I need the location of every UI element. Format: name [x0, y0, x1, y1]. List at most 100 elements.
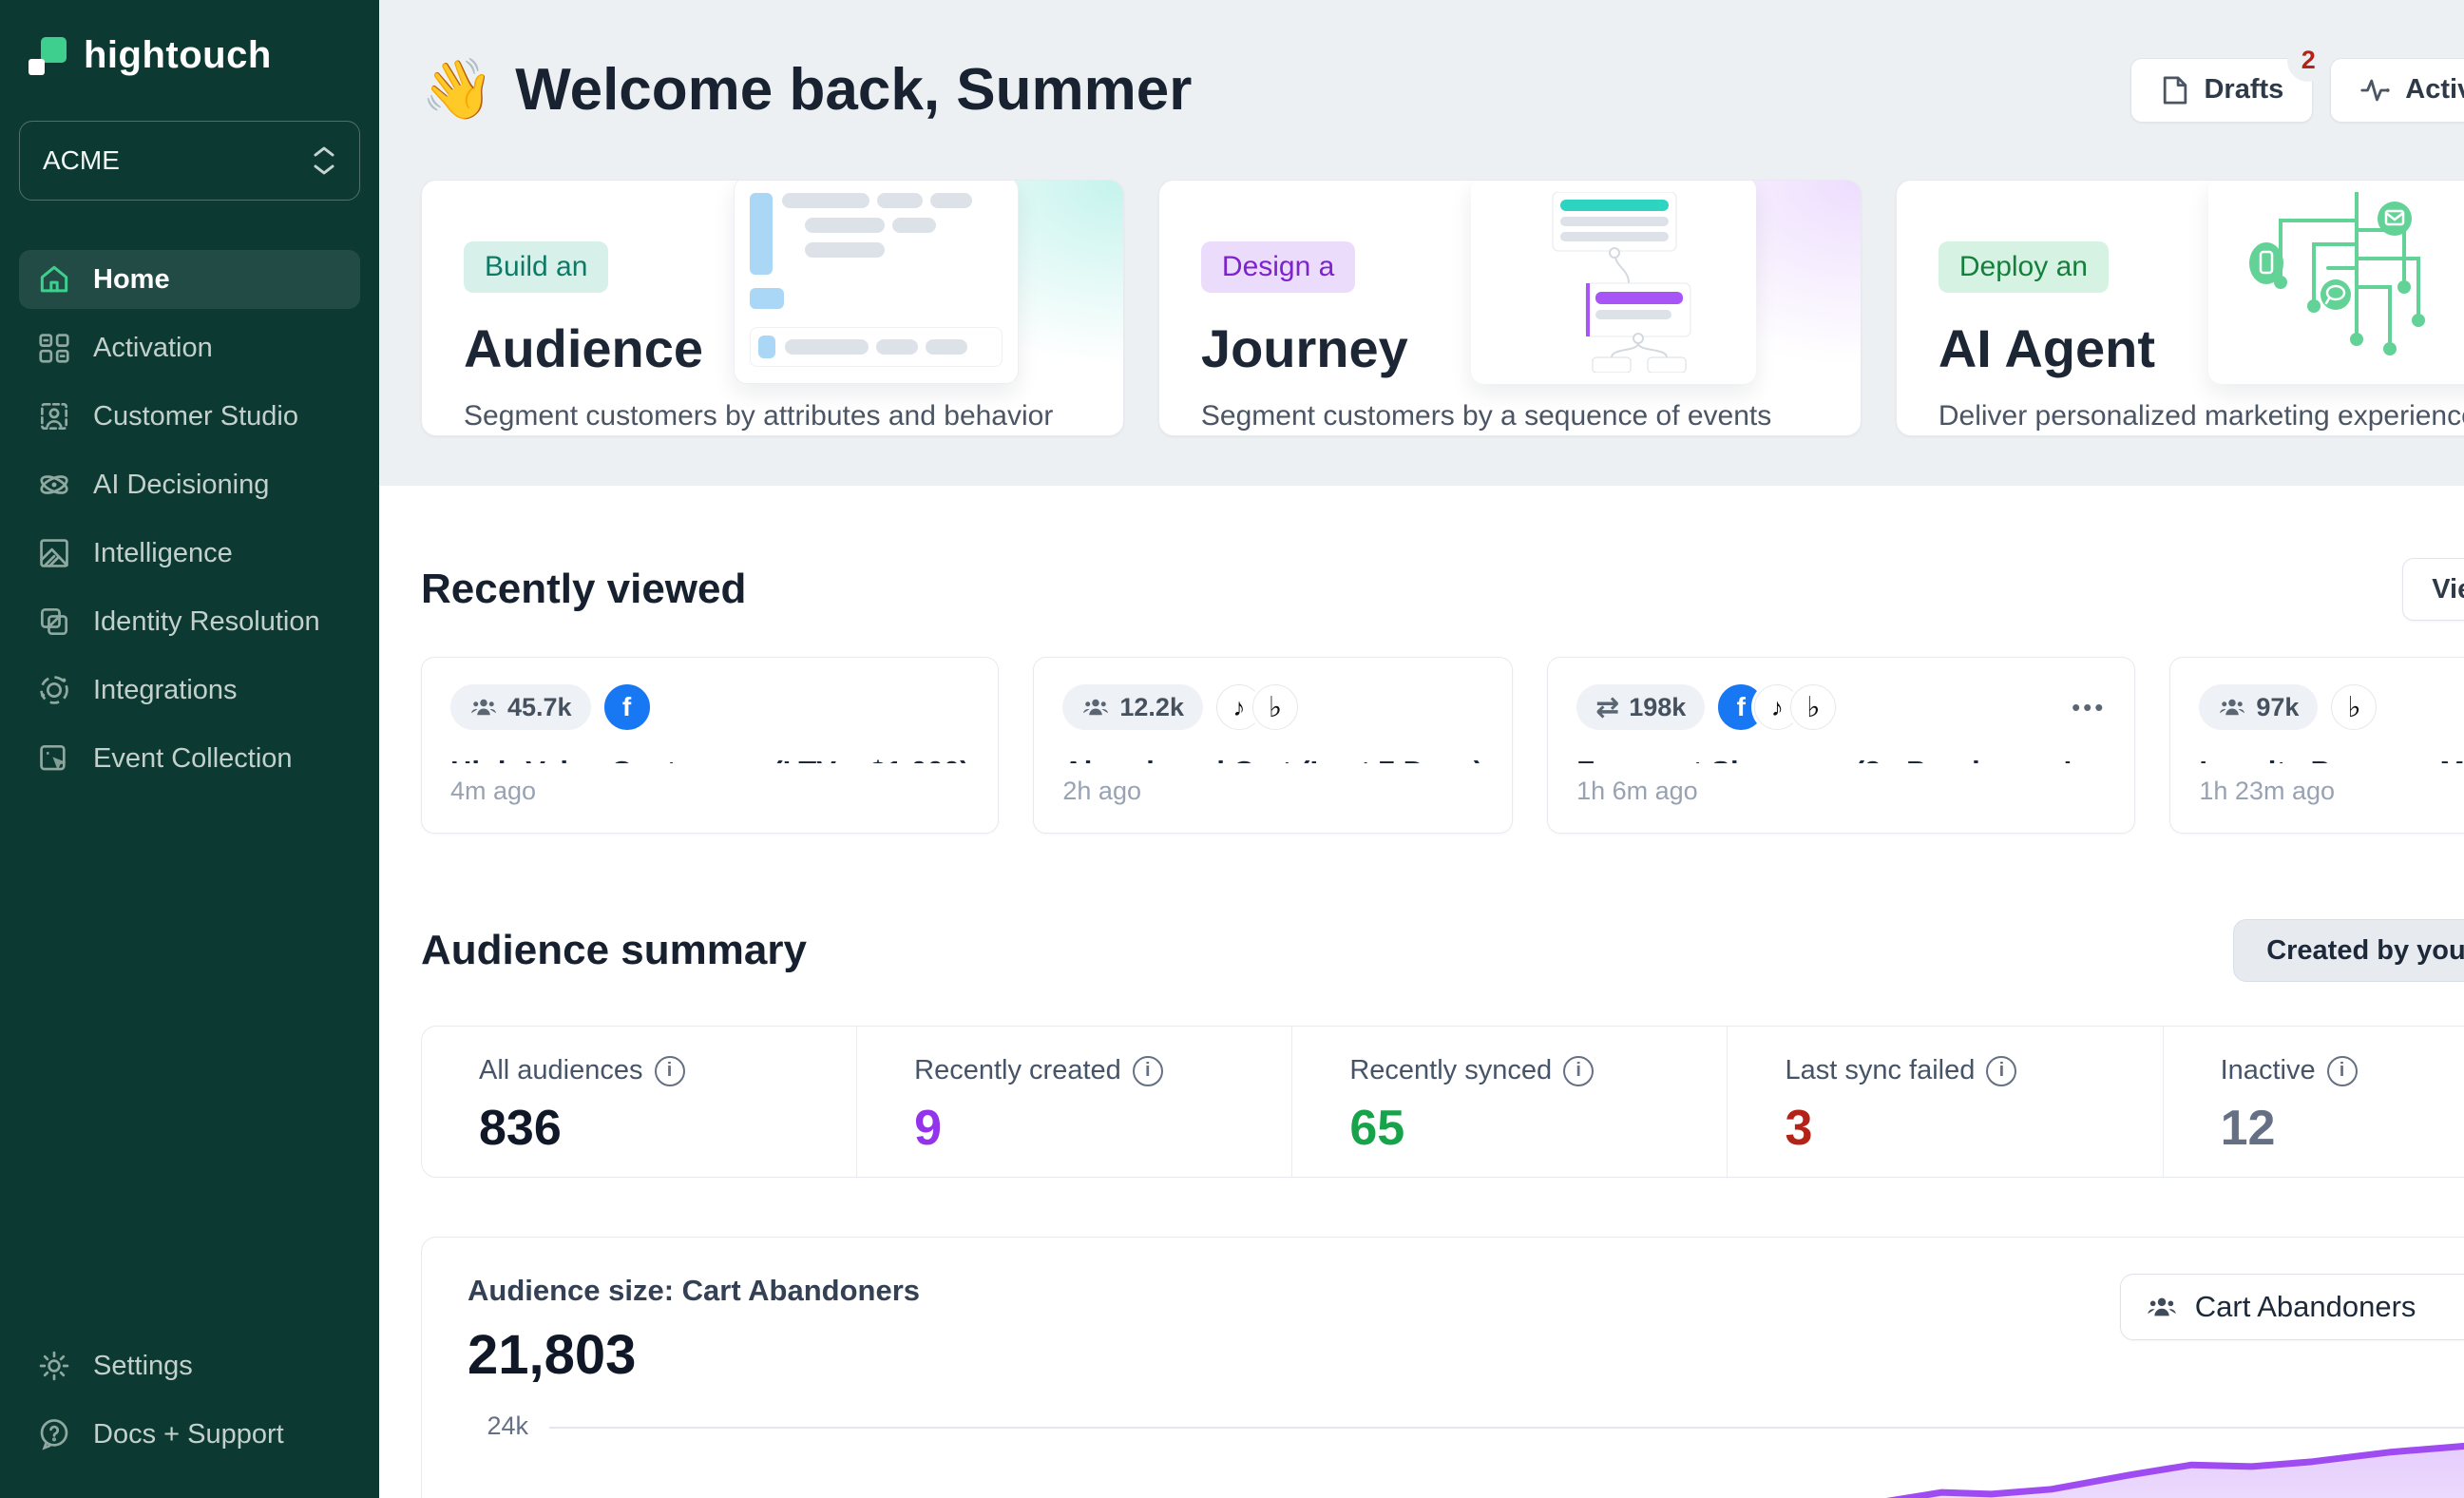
audience-illustration — [734, 180, 1019, 384]
sidebar-item-home[interactable]: Home — [19, 250, 360, 309]
intelligence-icon — [36, 535, 72, 571]
audience-size-pill: 97k — [2199, 684, 2318, 730]
last-viewed-time: 1h 23m ago — [2199, 777, 2464, 806]
stat-last-sync-failed: Last sync failed i 3 — [1727, 1027, 2162, 1177]
home-icon — [36, 261, 72, 298]
journey-illustration — [1471, 180, 1756, 384]
sidebar-item-settings[interactable]: Settings — [19, 1336, 360, 1395]
chevron-up-down-icon — [312, 145, 336, 176]
lower-section: Recently viewed View more 45.7k f — [379, 486, 2464, 1498]
sidebar-item-label: Home — [93, 264, 170, 296]
recently-viewed-title: Recently viewed — [421, 566, 746, 613]
sidebar-footer: Settings Docs + Support — [19, 1336, 360, 1464]
wave-emoji: 👋 — [421, 55, 494, 125]
sidebar: hightouch ACME Home Activation Customer … — [0, 0, 379, 1498]
stat-value: 12 — [2221, 1100, 2464, 1157]
info-icon[interactable]: i — [655, 1056, 685, 1086]
recent-audience-card[interactable]: 12.2k ♪ ♭ Abandoned Cart (Last 7 Days) 2… — [1033, 657, 1513, 834]
sidebar-item-customer-studio[interactable]: Customer Studio — [19, 387, 360, 446]
identity-resolution-icon — [36, 604, 72, 640]
activation-icon — [36, 330, 72, 366]
stat-value: 65 — [1349, 1100, 1727, 1157]
sidebar-item-identity-resolution[interactable]: Identity Resolution — [19, 592, 360, 651]
recent-audience-card[interactable]: 45.7k f High-Value Customers (LTV > $1,0… — [421, 657, 999, 834]
sidebar-item-docs-support[interactable]: Docs + Support — [19, 1405, 360, 1464]
recent-audience-card[interactable]: ⇄ 198k f ♪ ♭ ••• Frequent Shoppers (3+ P… — [1547, 657, 2135, 834]
audience-name: High-Value Customers (LTV > $1,000) — [450, 755, 969, 763]
audience-name: Frequent Shoppers (3+ Purchases L... — [1576, 755, 2106, 763]
sidebar-item-integrations[interactable]: Integrations — [19, 661, 360, 720]
event-collection-icon — [36, 740, 72, 777]
info-icon[interactable]: i — [1133, 1056, 1163, 1086]
sidebar-item-activation[interactable]: Activation — [19, 318, 360, 377]
workspace-selector[interactable]: ACME — [19, 121, 360, 201]
stat-inactive: Inactive i 12 — [2163, 1027, 2464, 1177]
info-icon[interactable]: i — [2327, 1056, 2358, 1086]
audience-size-pill: 45.7k — [450, 684, 591, 730]
selected-audience: Cart Abandoners — [2195, 1290, 2416, 1324]
activity-feed-button[interactable]: Activity feed — [2330, 58, 2464, 123]
sidebar-item-ai-decisioning[interactable]: AI Decisioning — [19, 455, 360, 514]
sidebar-item-label: Customer Studio — [93, 401, 298, 432]
audience-select-dropdown[interactable]: Cart Abandoners — [2120, 1274, 2464, 1340]
facebook-icon: f — [604, 684, 650, 730]
stat-recently-synced: Recently synced i 65 — [1291, 1027, 1727, 1177]
hightouch-logo-icon — [27, 35, 68, 77]
activity-pulse-icon — [2359, 74, 2392, 106]
braze-icon: ♭ — [1252, 684, 1298, 730]
overflow-menu-icon[interactable]: ••• — [2072, 693, 2106, 722]
people-icon — [1081, 693, 1110, 721]
info-icon[interactable]: i — [1563, 1056, 1594, 1086]
audience-name: Abandoned Cart (Last 7 Days) — [1062, 755, 1483, 763]
people-icon — [469, 693, 498, 721]
deploy-ai-agent-card[interactable]: Deploy an AI Agent Deliver personalized … — [1896, 180, 2464, 436]
stat-recently-created: Recently created i 9 — [856, 1027, 1291, 1177]
chart-title: Audience size: Cart Abandoners — [468, 1274, 920, 1308]
sidebar-item-event-collection[interactable]: Event Collection — [19, 729, 360, 788]
hero-badge: Deploy an — [1939, 241, 2109, 293]
people-icon — [2218, 693, 2246, 721]
logo-text: hightouch — [84, 34, 272, 77]
sidebar-item-label: Integrations — [93, 675, 238, 706]
app-root: hightouch ACME Home Activation Customer … — [0, 0, 2464, 1498]
audience-name: Loyalty Program Members — [2199, 755, 2464, 763]
stat-value: 9 — [914, 1100, 1291, 1157]
drafts-button[interactable]: Drafts 2 — [2130, 58, 2313, 123]
sidebar-item-label: Docs + Support — [93, 1419, 284, 1450]
sidebar-item-label: AI Decisioning — [93, 470, 269, 501]
audience-area-chart — [549, 1415, 2464, 1498]
filter-created-by-you[interactable]: Created by you — [2234, 920, 2464, 981]
info-icon[interactable]: i — [1986, 1056, 2016, 1086]
last-viewed-time: 2h ago — [1062, 777, 1483, 806]
recent-audience-card[interactable]: 97k ♭ Loyalty Program Members 1h 23m ago — [2169, 657, 2464, 834]
page-title: 👋 Welcome back, Summer — [421, 55, 1192, 125]
hightouch-logo[interactable]: hightouch — [19, 27, 360, 77]
hero-description: Segment customers by attributes and beha… — [464, 400, 1081, 432]
audience-stats-card: All audiences i 836 Recently created i 9… — [421, 1026, 2464, 1178]
ai-agent-illustration — [2208, 180, 2464, 384]
chart-current-value: 21,803 — [468, 1323, 920, 1387]
sidebar-item-label: Settings — [93, 1351, 193, 1382]
audience-filter-toggle: Created by you All — [2233, 919, 2464, 982]
sidebar-item-intelligence[interactable]: Intelligence — [19, 524, 360, 583]
workspace-name: ACME — [43, 145, 120, 176]
design-journey-card[interactable]: Design a Journey Segment customers by a … — [1158, 180, 1862, 436]
people-icon — [2146, 1291, 2178, 1323]
last-viewed-time: 4m ago — [450, 777, 969, 806]
main-content: 👋 Welcome back, Summer Drafts 2 Activity… — [379, 0, 2464, 1498]
braze-icon: ♭ — [2331, 684, 2377, 730]
sidebar-item-label: Event Collection — [93, 743, 293, 775]
build-audience-card[interactable]: Build an Audience Segment customers by a… — [421, 180, 1124, 436]
top-section: 👋 Welcome back, Summer Drafts 2 Activity… — [379, 0, 2464, 486]
braze-icon: ♭ — [1790, 684, 1836, 730]
hero-badge: Build an — [464, 241, 608, 293]
view-more-button[interactable]: View more — [2402, 558, 2464, 621]
hero-description: Deliver personalized marketing experienc… — [1939, 400, 2464, 432]
sidebar-item-label: Identity Resolution — [93, 606, 320, 638]
audience-size-chart: 24k 16k — [468, 1415, 2464, 1498]
audience-size-chart-card: Audience size: Cart Abandoners 21,803 Ca… — [421, 1237, 2464, 1498]
stat-value: 836 — [479, 1100, 856, 1157]
syncs-icon: ⇄ — [1595, 691, 1619, 724]
stat-all-audiences: All audiences i 836 — [422, 1027, 856, 1177]
stat-value: 3 — [1785, 1100, 2162, 1157]
